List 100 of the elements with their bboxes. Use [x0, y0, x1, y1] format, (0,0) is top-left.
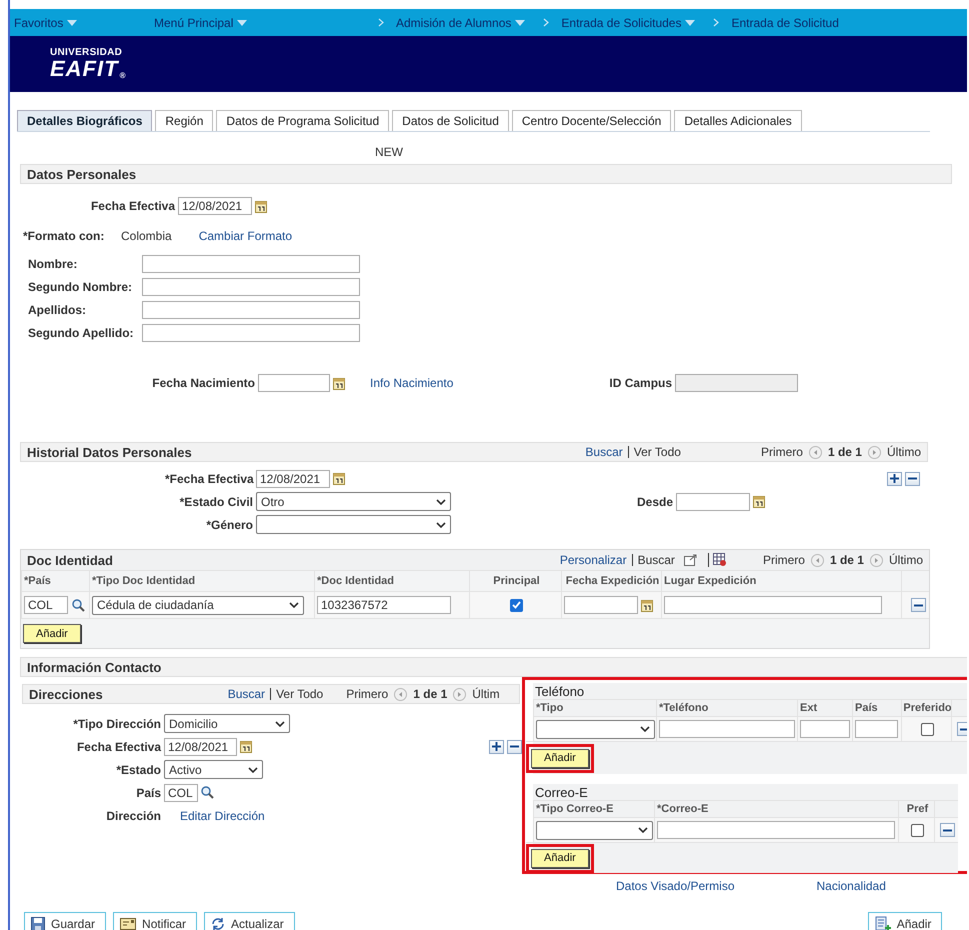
chevron-icon [713, 18, 720, 27]
calendar-icon[interactable] [753, 495, 766, 508]
last-link[interactable]: Últim [472, 687, 500, 701]
column-header: *Teléfono [656, 700, 797, 716]
date-field[interactable] [564, 596, 638, 614]
breadcrumb-link[interactable]: Entrada de Solicitud [695, 16, 839, 30]
field-label: *Género [205, 518, 253, 532]
add-button[interactable]: Añadir [531, 848, 589, 868]
grid-link[interactable]: Buscar [632, 554, 680, 566]
document-number-field[interactable]: 1032367572 [317, 596, 451, 614]
grid-link[interactable]: Personalizar [554, 554, 632, 566]
next-icon[interactable] [453, 688, 466, 700]
page-link[interactable]: Nacionalidad [816, 879, 886, 893]
grid-link[interactable]: Ver Todo [270, 688, 328, 700]
page-link[interactable]: Datos Visado/Permiso [616, 879, 734, 893]
previous-icon[interactable] [810, 554, 824, 566]
field-label: *Formato con: [23, 229, 106, 243]
grid-link[interactable]: Buscar [222, 688, 270, 700]
country-code-field[interactable] [855, 720, 898, 738]
previous-icon[interactable] [808, 446, 822, 458]
column-header: *País [21, 571, 89, 591]
column-header: Pref [898, 801, 934, 817]
first-link[interactable]: Primero [760, 445, 803, 459]
row-count: 1 de 1 [828, 445, 862, 459]
tab[interactable]: Datos de Programa Solicitud [216, 110, 390, 131]
checkbox[interactable] [911, 824, 924, 836]
minus-icon [960, 728, 967, 730]
text-field[interactable] [142, 324, 360, 342]
delete-row-button[interactable] [905, 472, 920, 486]
grid-link[interactable]: Ver Todo [628, 446, 686, 458]
date-field[interactable] [258, 374, 330, 392]
next-icon[interactable] [868, 446, 881, 458]
field-label: *Fecha Efectiva [165, 472, 253, 486]
footer-button[interactable]: Añadir [868, 912, 942, 930]
tab[interactable]: Detalles Biográficos [17, 110, 152, 131]
checkbox[interactable] [921, 722, 934, 736]
add-row-button[interactable] [887, 472, 902, 486]
grid-link[interactable]: Buscar [580, 446, 628, 458]
text-field[interactable] [142, 278, 360, 296]
footer-button[interactable]: Guardar [24, 912, 106, 930]
tab[interactable]: Región [155, 110, 214, 131]
search-icon[interactable] [72, 598, 85, 612]
gender-select[interactable] [256, 515, 451, 534]
text-field[interactable] [142, 254, 360, 272]
checkbox[interactable] [510, 598, 523, 612]
marital-status-select[interactable]: Otro [256, 492, 451, 511]
delete-row-button[interactable] [940, 823, 955, 837]
previous-icon[interactable] [394, 688, 408, 700]
birth-info-link[interactable]: Info Nacimiento [370, 376, 454, 390]
column-header: Fecha Expedición [561, 571, 661, 591]
breadcrumb-link[interactable]: Admisión de Alumnos [360, 16, 526, 30]
breadcrumb-link[interactable]: Favoritos [10, 16, 150, 30]
calendar-icon[interactable] [240, 740, 252, 753]
delete-row-button[interactable] [910, 598, 926, 612]
breadcrumb-link[interactable]: Entrada de Solicitudes [525, 16, 696, 30]
footer-button[interactable]: Notificar [113, 912, 198, 930]
date-field[interactable]: 12/08/2021 [178, 197, 252, 215]
phone-type-select[interactable] [536, 720, 655, 738]
footer-button[interactable]: Actualizar [204, 912, 295, 930]
delete-row-button[interactable] [507, 740, 522, 754]
next-icon[interactable] [870, 554, 883, 566]
calendar-icon[interactable] [333, 472, 345, 485]
document-type-select[interactable]: Cédula de ciudadanía [92, 596, 304, 614]
tab[interactable]: Detalles Adicionales [674, 110, 802, 131]
email-type-select[interactable] [536, 820, 653, 840]
calendar-icon[interactable] [255, 200, 267, 212]
last-link[interactable]: Último [888, 553, 923, 567]
status-select[interactable]: Activo [164, 760, 263, 779]
search-icon[interactable] [201, 786, 214, 799]
tab[interactable]: Datos de Solicitud [392, 110, 509, 131]
spreadsheet-icon[interactable] [708, 553, 729, 567]
tab[interactable]: Centro Docente/Selección [512, 110, 672, 131]
text-field[interactable] [664, 596, 882, 614]
calendar-icon[interactable] [641, 598, 653, 612]
date-field[interactable]: 12/08/2021 [164, 738, 237, 756]
country-field[interactable]: COL [164, 784, 198, 802]
edit-address-link[interactable]: Editar Dirección [180, 808, 265, 822]
date-field[interactable] [676, 492, 750, 510]
first-link[interactable]: Primero [762, 553, 805, 567]
last-link[interactable]: Último [886, 445, 921, 459]
section-header: Datos Personales [20, 164, 952, 184]
email-field[interactable] [657, 821, 895, 839]
breadcrumb-link[interactable]: Menú Principal [150, 16, 360, 30]
minus-icon [908, 477, 917, 480]
change-format-link[interactable]: Cambiar Formato [198, 229, 292, 243]
mode-label: NEW [375, 145, 403, 159]
new-window-icon[interactable] [684, 554, 698, 566]
calendar-icon[interactable] [333, 376, 345, 390]
date-field[interactable]: 12/08/2021 [256, 470, 330, 488]
first-link[interactable]: Primero [346, 687, 388, 701]
phone-field[interactable] [659, 720, 795, 738]
text-field[interactable] [142, 300, 360, 318]
logo: UNIVERSIDAD EAFIT® [50, 48, 126, 80]
chevron-down-icon [436, 522, 446, 528]
country-field[interactable]: COL [24, 596, 68, 614]
add-button[interactable]: Añadir [531, 748, 589, 768]
add-row-button[interactable] [489, 740, 504, 754]
extension-field[interactable] [800, 720, 850, 738]
address-type-select[interactable]: Domicilio [164, 714, 290, 733]
add-button[interactable]: Añadir [23, 624, 81, 643]
